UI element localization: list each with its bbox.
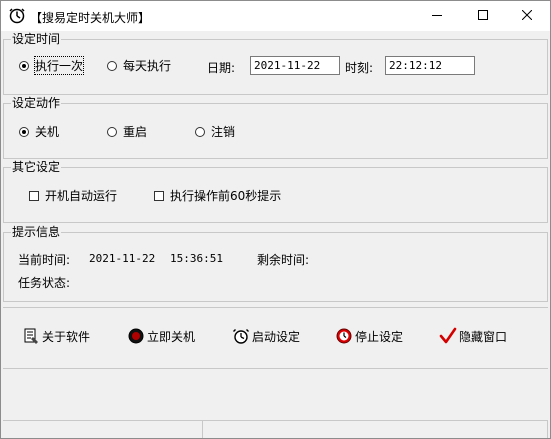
radio-dot[interactable] [107,60,117,71]
other-settings-label: 其它设定 [11,160,62,174]
remaining-time-label: 剩余时间: [257,253,310,267]
hide-window-button[interactable]: 隐藏窗口 [439,323,507,349]
radio-run-once-label: 执行一次 [33,56,85,75]
start-button[interactable]: 启动设定 [232,323,300,349]
radio-run-daily-label: 每天执行 [123,59,172,73]
radio-run-daily[interactable]: 每天执行 [107,57,171,74]
power-circle-icon [128,328,144,344]
toolbar-top-divider [3,307,548,308]
hide-window-label: 隐藏窗口 [459,329,508,344]
stop-button[interactable]: 停止设定 [335,323,403,349]
radio-shutdown[interactable]: 关机 [19,123,59,140]
current-date-value: 2021-11-22 [89,252,156,265]
minimize-icon [432,15,442,16]
maximize-icon [478,10,488,20]
time-label: 时刻: [345,61,374,75]
time-settings-label: 设定时间 [11,32,62,46]
current-clock-value: 15:36:51 [170,252,223,265]
shutdown-now-label: 立即关机 [147,329,196,344]
radio-restart[interactable]: 重启 [107,123,147,140]
info-group: 提示信息 当前时间: 2021-11-22 15:36:51 剩余时间: 任务状… [3,225,548,302]
status-bar-panel-right [203,420,548,438]
radio-dot[interactable] [195,126,205,137]
window-title: 【搜易定时关机大师】 [30,11,151,25]
clock-app-icon [9,8,25,24]
about-button-label: 关于软件 [42,329,91,344]
radio-logoff[interactable]: 注销 [195,123,235,140]
checkmark-icon [439,327,457,344]
check-warning-60s[interactable]: 执行操作前60秒提示 [154,187,281,204]
start-button-label: 启动设定 [252,329,301,344]
minimize-button[interactable] [414,1,460,31]
date-input[interactable]: 2021-11-22 [250,56,340,75]
time-settings-group: 设定时间 执行一次 每天执行 日期: 2021-11-22 时刻: 22:12:… [3,32,548,95]
action-settings-group: 设定动作 关机 重启 注销 [3,96,548,159]
current-time-label: 当前时间: [18,253,71,267]
about-button[interactable]: 关于软件 [22,323,90,349]
close-icon [521,9,533,21]
action-settings-label: 设定动作 [11,96,62,110]
maximize-button[interactable] [460,1,506,31]
time-input[interactable]: 22:12:12 [385,56,475,75]
check-autostart[interactable]: 开机自动运行 [29,187,117,204]
radio-run-once[interactable]: 执行一次 [19,56,85,75]
alarm-clock-icon [233,329,249,344]
radio-restart-label: 重启 [123,125,148,139]
checkbox[interactable] [154,190,164,201]
status-bar-panel-left [3,420,203,438]
radio-dot[interactable] [19,60,29,71]
radio-dot[interactable] [107,126,117,137]
app-window: 【搜易定时关机大师】 设定时间 执行一次 每天执行 日期: 2021-11-22… [0,0,551,439]
radio-shutdown-label: 关机 [35,125,60,139]
stop-button-label: 停止设定 [355,329,404,344]
toolbar-bottom-divider [3,368,548,369]
task-status-label: 任务状态: [18,276,71,290]
check-warning-60s-label: 执行操作前60秒提示 [170,189,282,203]
checkbox[interactable] [29,190,39,201]
radio-dot[interactable] [19,126,29,137]
other-settings-group: 其它设定 开机自动运行 执行操作前60秒提示 [3,160,548,223]
stop-timer-icon [336,328,352,344]
check-autostart-label: 开机自动运行 [45,189,118,203]
shutdown-now-button[interactable]: 立即关机 [127,323,195,349]
date-label: 日期: [207,61,236,75]
document-info-icon [24,328,38,344]
title-bar[interactable]: 【搜易定时关机大师】 [1,1,550,31]
info-label: 提示信息 [11,225,62,239]
radio-logoff-label: 注销 [211,125,236,139]
close-button[interactable] [504,1,550,31]
